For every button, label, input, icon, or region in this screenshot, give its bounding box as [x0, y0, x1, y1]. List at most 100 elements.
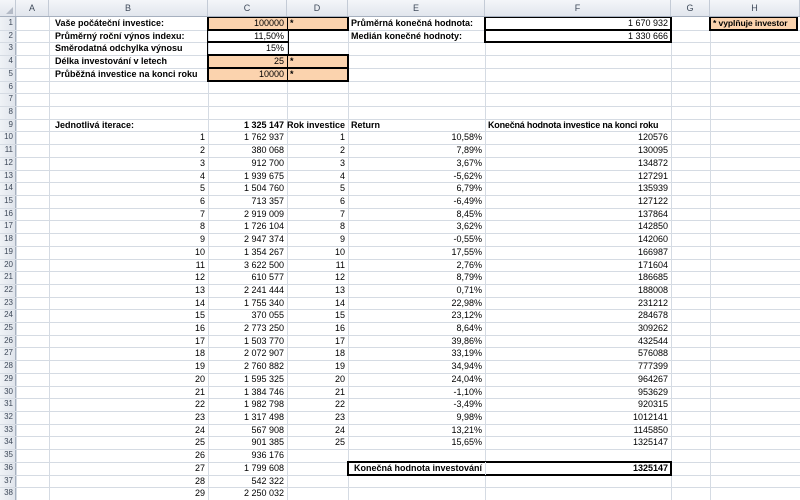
row-header-4[interactable]: 4	[0, 55, 16, 68]
row-header-22[interactable]: 22	[0, 284, 16, 297]
cell-C12[interactable]: 912 700	[208, 157, 287, 170]
row-header-32[interactable]: 32	[0, 411, 16, 424]
cell-D20[interactable]: 11	[287, 259, 348, 272]
label-final-investment-value[interactable]: Konečná hodnota investování	[348, 462, 485, 475]
cell-E15[interactable]: -6,49%	[348, 195, 485, 208]
cell-C28[interactable]: 2 760 882	[208, 360, 287, 373]
row-header-38[interactable]: 38	[0, 487, 16, 500]
cell-F28[interactable]: 777399	[485, 360, 671, 373]
cell-B33[interactable]: 24	[49, 424, 208, 437]
cell-F20[interactable]: 171604	[485, 259, 671, 272]
row-header-34[interactable]: 34	[0, 436, 16, 449]
cell-B24[interactable]: 15	[49, 309, 208, 322]
cell-C22[interactable]: 2 241 444	[208, 284, 287, 297]
cell-C32[interactable]: 1 317 498	[208, 411, 287, 424]
row-header-37[interactable]: 37	[0, 475, 16, 488]
row-header-19[interactable]: 19	[0, 246, 16, 259]
cell-C35[interactable]: 936 176	[208, 449, 287, 462]
row-header-20[interactable]: 20	[0, 259, 16, 272]
cell-C19[interactable]: 1 354 267	[208, 246, 287, 259]
cell-B15[interactable]: 6	[49, 195, 208, 208]
cell-D14[interactable]: 5	[287, 182, 348, 195]
row-header-35[interactable]: 35	[0, 449, 16, 462]
cell-C36[interactable]: 1 799 608	[208, 462, 287, 475]
column-header-C[interactable]: C	[208, 0, 287, 16]
cell-F32[interactable]: 1012141	[485, 411, 671, 424]
cell-final-investment-value[interactable]: 1325147	[485, 462, 671, 475]
cell-F25[interactable]: 309262	[485, 322, 671, 335]
cell-D25[interactable]: 16	[287, 322, 348, 335]
label-median-final-value[interactable]: Medián konečné hodnoty:	[348, 30, 485, 43]
cell-E30[interactable]: -1,10%	[348, 386, 485, 399]
cell-D28[interactable]: 19	[287, 360, 348, 373]
cell-B31[interactable]: 22	[49, 398, 208, 411]
row-header-15[interactable]: 15	[0, 195, 16, 208]
cell-average-final-value[interactable]: 1 670 932	[485, 17, 671, 30]
cell-D16[interactable]: 7	[287, 208, 348, 221]
header-final-value[interactable]: Konečná hodnota investice na konci roku	[485, 119, 671, 132]
cell-D27[interactable]: 18	[287, 347, 348, 360]
cell-C23[interactable]: 1 755 340	[208, 297, 287, 310]
cell-B28[interactable]: 19	[49, 360, 208, 373]
label-investment-years[interactable]: Délka investování v letech	[49, 55, 208, 68]
column-header-A[interactable]: A	[16, 0, 49, 16]
row-header-27[interactable]: 27	[0, 347, 16, 360]
cell-F27[interactable]: 576088	[485, 347, 671, 360]
cell-E16[interactable]: 8,45%	[348, 208, 485, 221]
cell-E24[interactable]: 23,12%	[348, 309, 485, 322]
cell-B29[interactable]: 20	[49, 373, 208, 386]
cell-F31[interactable]: 920315	[485, 398, 671, 411]
cell-D12[interactable]: 3	[287, 157, 348, 170]
row-header-1[interactable]: 1	[0, 17, 16, 30]
cell-E32[interactable]: 9,98%	[348, 411, 485, 424]
cell-iteration-summary-value[interactable]: 1 325 147	[208, 119, 287, 132]
label-stddev[interactable]: Směrodatná odchylka výnosu	[49, 42, 208, 55]
cell-E28[interactable]: 34,94%	[348, 360, 485, 373]
row-header-21[interactable]: 21	[0, 271, 16, 284]
cell-B10[interactable]: 1	[49, 131, 208, 144]
row-header-6[interactable]: 6	[0, 81, 16, 94]
cell-F14[interactable]: 135939	[485, 182, 671, 195]
row-header-10[interactable]: 10	[0, 131, 16, 144]
cell-F15[interactable]: 127122	[485, 195, 671, 208]
cell-F22[interactable]: 188008	[485, 284, 671, 297]
select-all-corner[interactable]	[0, 0, 16, 16]
cell-F23[interactable]: 231212	[485, 297, 671, 310]
cell-B18[interactable]: 9	[49, 233, 208, 246]
cell-B23[interactable]: 14	[49, 297, 208, 310]
column-header-H[interactable]: H	[710, 0, 800, 16]
cell-D23[interactable]: 14	[287, 297, 348, 310]
row-header-3[interactable]: 3	[0, 42, 16, 55]
star-recurring-investment[interactable]: *	[287, 68, 348, 81]
row-header-7[interactable]: 7	[0, 93, 16, 106]
cell-D19[interactable]: 10	[287, 246, 348, 259]
cell-D21[interactable]: 12	[287, 271, 348, 284]
cell-E26[interactable]: 39,86%	[348, 335, 485, 348]
cell-E23[interactable]: 22,98%	[348, 297, 485, 310]
cell-C18[interactable]: 2 947 374	[208, 233, 287, 246]
cell-B21[interactable]: 12	[49, 271, 208, 284]
cell-F19[interactable]: 166987	[485, 246, 671, 259]
cell-D26[interactable]: 17	[287, 335, 348, 348]
column-header-G[interactable]: G	[671, 0, 710, 16]
cell-B16[interactable]: 7	[49, 208, 208, 221]
cell-E17[interactable]: 3,62%	[348, 220, 485, 233]
row-header-11[interactable]: 11	[0, 144, 16, 157]
row-header-17[interactable]: 17	[0, 220, 16, 233]
row-header-28[interactable]: 28	[0, 360, 16, 373]
cell-F29[interactable]: 964267	[485, 373, 671, 386]
cell-F24[interactable]: 284678	[485, 309, 671, 322]
cell-B37[interactable]: 28	[49, 475, 208, 488]
cell-D30[interactable]: 21	[287, 386, 348, 399]
row-header-18[interactable]: 18	[0, 233, 16, 246]
cell-E11[interactable]: 7,89%	[348, 144, 485, 157]
cell-C16[interactable]: 2 919 009	[208, 208, 287, 221]
cell-C24[interactable]: 370 055	[208, 309, 287, 322]
cell-C25[interactable]: 2 773 250	[208, 322, 287, 335]
cell-C34[interactable]: 901 385	[208, 436, 287, 449]
cell-F26[interactable]: 432544	[485, 335, 671, 348]
cell-E14[interactable]: 6,79%	[348, 182, 485, 195]
cell-F33[interactable]: 1145850	[485, 424, 671, 437]
cell-F10[interactable]: 120576	[485, 131, 671, 144]
cell-C38[interactable]: 2 250 032	[208, 487, 287, 500]
